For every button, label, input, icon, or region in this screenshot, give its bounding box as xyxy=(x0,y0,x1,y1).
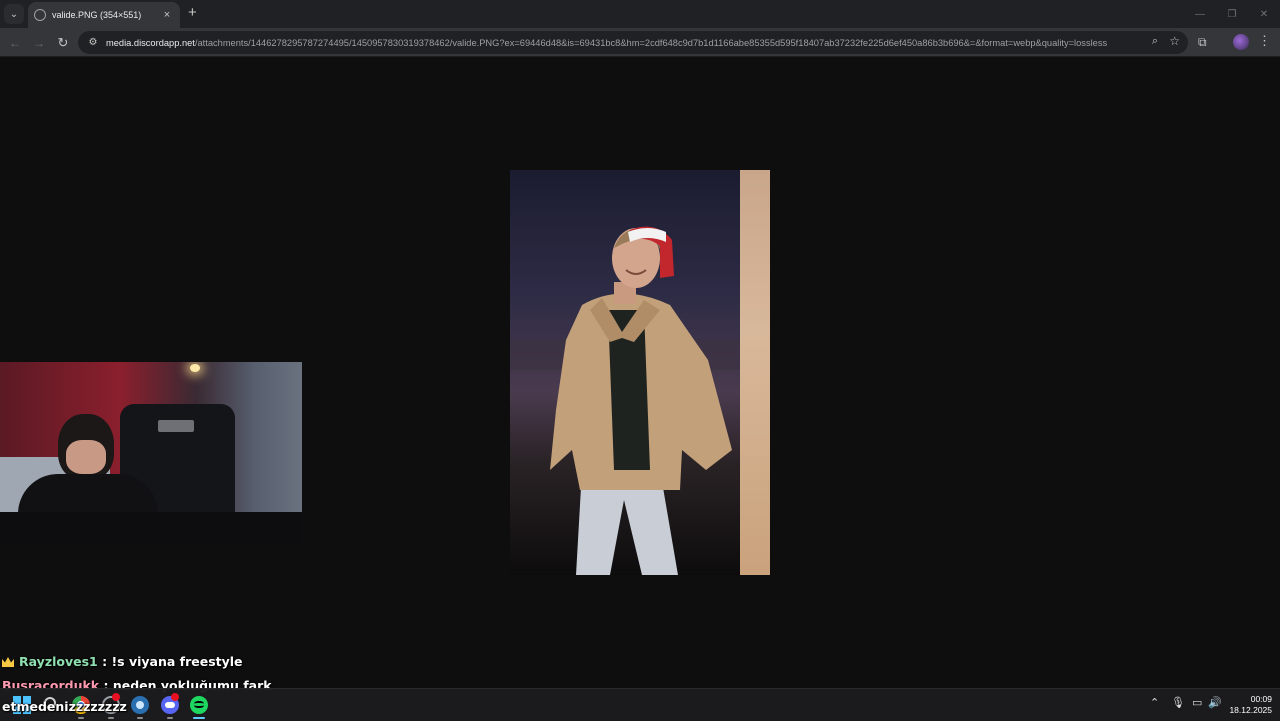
chevron-down-icon: ⌄ xyxy=(9,8,19,20)
running-indicator xyxy=(167,717,173,719)
system-clock[interactable]: 00:09 18.12.2025 xyxy=(1226,694,1272,716)
globe-icon xyxy=(34,9,46,21)
chat-text: !s viyana freestyle xyxy=(111,654,243,669)
minimize-button[interactable]: — xyxy=(1184,0,1216,28)
forward-button[interactable]: → xyxy=(30,34,48,52)
streamer-face xyxy=(66,440,106,474)
url-text[interactable]: media.discordapp.net/attachments/1446278… xyxy=(106,38,1136,48)
notification-badge xyxy=(171,693,179,701)
running-indicator xyxy=(108,717,114,719)
network-icon[interactable]: ▭ xyxy=(1192,696,1202,709)
volume-icon[interactable]: 🔊 xyxy=(1208,696,1222,709)
running-indicator xyxy=(137,717,143,719)
running-indicator xyxy=(78,717,84,719)
chat-message-continuation: etmedenizzzzzzzz xyxy=(2,699,127,714)
chat-text: etmedenizzzzzzzz xyxy=(2,699,127,714)
bookmark-star-icon[interactable]: ☆ xyxy=(1169,34,1180,48)
site-info-icon[interactable]: ⚙ xyxy=(86,36,100,50)
tab-active[interactable]: valide.PNG (354×551) × xyxy=(28,2,180,28)
image-wall-edge xyxy=(740,170,770,575)
running-indicator xyxy=(193,717,205,719)
tab-search-button[interactable]: ⌄ xyxy=(4,4,24,24)
webcam-overlay xyxy=(0,362,302,543)
browser-toolbar: ← → ↻ ⚙ media.discordapp.net/attachments… xyxy=(0,28,1280,57)
spotify-icon[interactable] xyxy=(190,696,208,714)
tab-strip: ⌄ valide.PNG (354×551) × + — ❐ ✕ xyxy=(0,0,1280,28)
image-person xyxy=(510,226,740,575)
reload-button[interactable]: ↻ xyxy=(54,34,72,52)
clock-time: 00:09 xyxy=(1250,694,1272,704)
profile-avatar[interactable] xyxy=(1233,34,1249,50)
taskbar: ⌃ 🎙 ▭ 🔊 00:09 18.12.2025 xyxy=(0,688,1280,721)
chair-logo xyxy=(158,420,194,432)
url-host: media.discordapp.net xyxy=(106,37,195,48)
window-controls: — ❐ ✕ xyxy=(1184,0,1280,28)
tray-chevron-icon[interactable]: ⌃ xyxy=(1150,696,1159,709)
zoom-icon[interactable]: ⌕ xyxy=(1152,35,1158,48)
chat-separator: : xyxy=(97,654,112,669)
extensions-icon[interactable]: ⧉ xyxy=(1198,35,1207,50)
tab-title: valide.PNG (354×551) xyxy=(52,10,142,20)
webcam-lamp xyxy=(190,364,200,372)
maximize-button[interactable]: ❐ xyxy=(1216,0,1248,28)
address-bar[interactable]: ⚙ media.discordapp.net/attachments/14462… xyxy=(78,31,1188,54)
webcam-desk xyxy=(0,512,302,543)
microphone-icon[interactable]: 🎙 xyxy=(1171,696,1185,709)
close-window-button[interactable]: ✕ xyxy=(1248,0,1280,28)
new-tab-button[interactable]: + xyxy=(188,5,197,21)
back-button[interactable]: ← xyxy=(6,34,24,52)
url-path: /attachments/1446278295787274495/1450957… xyxy=(194,37,1108,48)
chat-username: Rayzloves1 xyxy=(19,654,98,669)
clock-date: 18.12.2025 xyxy=(1229,705,1272,715)
steam-icon[interactable] xyxy=(131,696,149,714)
crown-icon xyxy=(2,657,14,667)
tab-close-button[interactable]: × xyxy=(160,9,174,21)
browser-menu-icon[interactable]: ⋮ xyxy=(1258,33,1271,49)
chat-message: Rayzloves1 : !s viyana freestyle xyxy=(2,654,243,669)
viewed-image[interactable] xyxy=(510,170,770,575)
